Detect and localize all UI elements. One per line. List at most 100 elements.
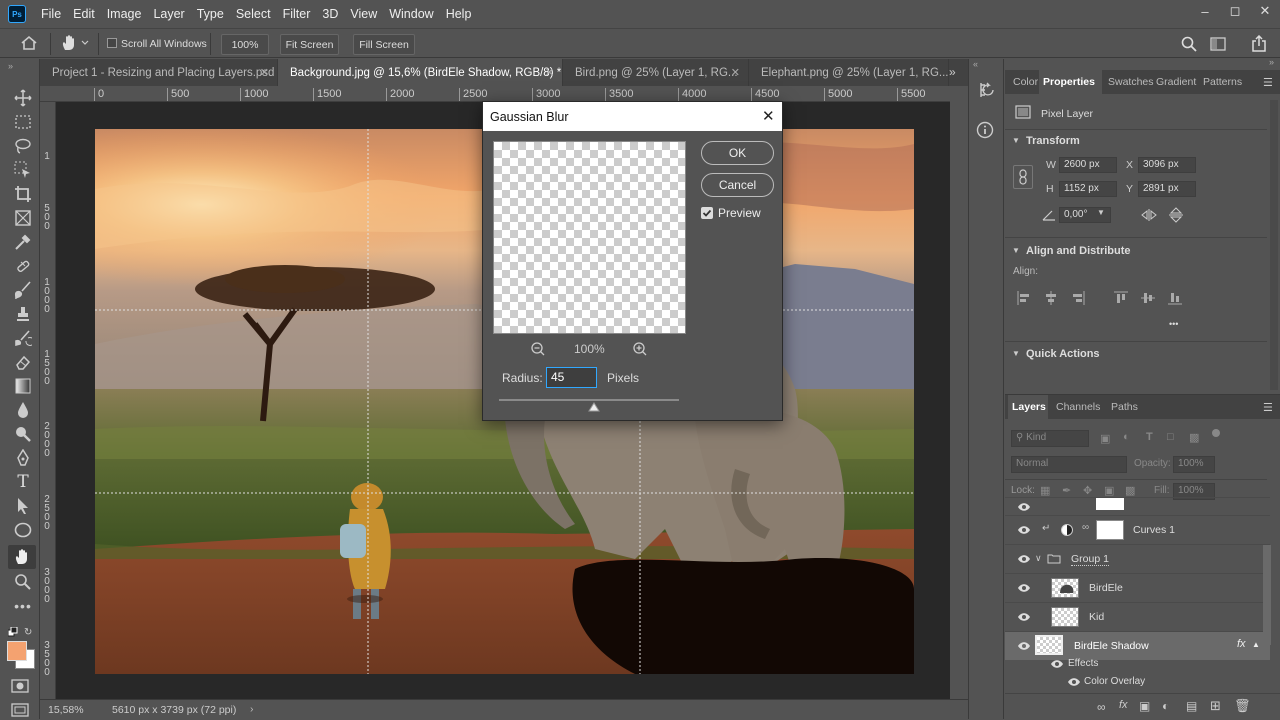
tab-elephant[interactable]: Elephant.png @ 25% (Layer 1, RG... <box>749 59 949 86</box>
close-window-icon[interactable]: ✕ <box>1250 0 1280 22</box>
info-panel-icon[interactable] <box>976 121 994 139</box>
y-input[interactable]: 2891 px <box>1138 181 1196 197</box>
menu-type[interactable]: Type <box>191 0 230 28</box>
visibility-eye-icon[interactable] <box>1017 502 1031 515</box>
layer-name[interactable]: BirdEle Shadow <box>1074 640 1149 652</box>
layer-row-partial[interactable] <box>1005 497 1270 515</box>
eyedropper-tool-icon[interactable] <box>11 231 35 253</box>
blur-preview[interactable] <box>493 141 686 334</box>
tab-layers[interactable]: Layers <box>1008 395 1048 419</box>
color-overlay-effect[interactable]: Color Overlay <box>1084 676 1145 687</box>
close-tab-icon[interactable]: ✕ <box>545 66 554 79</box>
clone-stamp-tool-icon[interactable] <box>11 303 35 325</box>
tab-channels[interactable]: Channels <box>1052 395 1104 419</box>
visibility-eye-icon[interactable] <box>1017 554 1031 568</box>
filter-toggle-icon[interactable] <box>1212 429 1220 437</box>
eraser-tool-icon[interactable] <box>11 351 35 373</box>
layer-name[interactable]: Curves 1 <box>1133 524 1175 536</box>
lasso-tool-icon[interactable] <box>11 135 35 157</box>
workspace-icon[interactable] <box>1210 37 1226 51</box>
swap-colors-icon[interactable]: ↻ <box>24 627 32 638</box>
zoom-100-button[interactable]: 100% <box>221 34 269 55</box>
blur-tool-icon[interactable] <box>11 399 35 421</box>
screen-mode-icon[interactable] <box>11 703 29 717</box>
more-options-icon[interactable]: ••• <box>1169 319 1178 329</box>
opacity-input[interactable]: 100% <box>1173 456 1215 473</box>
layer-thumbnail[interactable] <box>1035 635 1063 655</box>
menu-layer[interactable]: Layer <box>147 0 190 28</box>
fx-icon[interactable]: fx <box>1237 638 1246 650</box>
tab-project-1[interactable]: Project 1 - Resizing and Placing Layers.… <box>40 59 278 86</box>
layer-row-group[interactable]: ∨ Group 1 <box>1005 544 1270 573</box>
menu-edit[interactable]: Edit <box>67 0 101 28</box>
menu-3d[interactable]: 3D <box>316 0 344 28</box>
blend-mode-select[interactable]: Normal <box>1011 456 1127 473</box>
layer-mask-thumbnail[interactable] <box>1096 498 1124 510</box>
layer-thumbnail[interactable] <box>1051 578 1079 598</box>
align-middle-icon[interactable] <box>1141 291 1155 305</box>
link-dimensions-icon[interactable] <box>1013 165 1033 189</box>
history-brush-tool-icon[interactable] <box>11 327 35 349</box>
zoom-in-icon[interactable] <box>633 342 647 356</box>
align-top-icon[interactable] <box>1114 291 1128 305</box>
flip-horizontal-icon[interactable] <box>1141 209 1157 221</box>
group-expand-chevron-icon[interactable]: ∨ <box>1035 553 1042 564</box>
height-input[interactable]: 1152 px <box>1059 181 1117 197</box>
more-tabs-icon[interactable]: » <box>949 65 956 79</box>
layer-row-curves[interactable]: ↵ ∞ Curves 1 <box>1005 515 1270 544</box>
effects-collapse-icon[interactable]: ▲ <box>1252 640 1260 649</box>
healing-brush-tool-icon[interactable] <box>11 255 35 277</box>
visibility-eye-icon[interactable] <box>1017 641 1031 655</box>
effects-eye-icon[interactable] <box>1050 659 1064 669</box>
gradient-tool-icon[interactable] <box>11 375 35 397</box>
pen-tool-icon[interactable] <box>11 447 35 469</box>
home-icon[interactable] <box>20 35 38 51</box>
menu-image[interactable]: Image <box>101 0 148 28</box>
minimize-icon[interactable]: – <box>1190 0 1220 22</box>
lock-position-icon[interactable]: ✥ <box>1083 484 1092 497</box>
filter-adjustment-icon[interactable]: ◐ <box>1123 431 1130 443</box>
quick-mask-icon[interactable] <box>11 679 29 693</box>
lock-image-icon[interactable]: ✒ <box>1062 484 1071 497</box>
zoom-out-icon[interactable] <box>531 342 545 356</box>
new-adjustment-icon[interactable]: ◐ <box>1162 699 1169 713</box>
x-input[interactable]: 3096 px <box>1138 157 1196 173</box>
filter-pixel-icon[interactable]: ▣ <box>1100 432 1110 445</box>
tab-gradient[interactable]: Gradient <box>1152 70 1200 94</box>
filter-type-icon[interactable]: T <box>1146 431 1153 443</box>
layer-name[interactable]: Kid <box>1089 611 1104 623</box>
chevron-down-icon[interactable]: ▼ <box>1012 246 1020 255</box>
foreground-color-swatch[interactable] <box>7 641 27 661</box>
properties-scrollbar[interactable] <box>1270 100 1278 390</box>
close-tab-icon[interactable]: ✕ <box>731 66 740 79</box>
angle-dropdown-icon[interactable]: ▼ <box>1097 208 1105 217</box>
align-bottom-icon[interactable] <box>1168 291 1182 305</box>
lock-transparent-icon[interactable]: ▦ <box>1040 484 1050 497</box>
tab-patterns[interactable]: Patterns <box>1199 70 1246 94</box>
search-icon[interactable] <box>1181 36 1197 52</box>
radius-input[interactable]: 45 <box>546 367 597 388</box>
new-layer-icon[interactable]: ⊞ <box>1210 698 1221 714</box>
tab-background[interactable]: Background.jpg @ 15,6% (BirdEle Shadow, … <box>278 59 563 86</box>
filter-shape-icon[interactable]: □ <box>1167 431 1174 443</box>
radius-slider-track[interactable] <box>499 399 679 401</box>
add-mask-icon[interactable]: ▣ <box>1139 699 1150 713</box>
share-icon[interactable] <box>1251 35 1267 52</box>
menu-file[interactable]: File <box>35 0 67 28</box>
dock-expand-icon[interactable]: « <box>973 59 978 69</box>
status-menu-icon[interactable]: › <box>250 703 254 715</box>
zoom-tool-icon[interactable] <box>11 571 35 593</box>
panel-menu-icon[interactable]: ☰ <box>1263 76 1273 89</box>
fill-screen-button[interactable]: Fill Screen <box>353 34 415 55</box>
close-tab-icon[interactable]: ✕ <box>260 66 269 79</box>
filter-smart-object-icon[interactable]: ▩ <box>1189 431 1199 444</box>
ellipse-tool-icon[interactable] <box>11 519 35 541</box>
visibility-eye-icon[interactable] <box>1017 612 1031 626</box>
path-selection-tool-icon[interactable] <box>11 495 35 517</box>
menu-window[interactable]: Window <box>383 0 439 28</box>
align-center-icon[interactable] <box>1044 291 1058 305</box>
crop-tool-icon[interactable] <box>11 183 35 205</box>
menu-view[interactable]: View <box>344 0 383 28</box>
layer-row-birdele[interactable]: BirdEle <box>1005 573 1270 602</box>
mask-link-icon[interactable]: ∞ <box>1082 522 1089 533</box>
